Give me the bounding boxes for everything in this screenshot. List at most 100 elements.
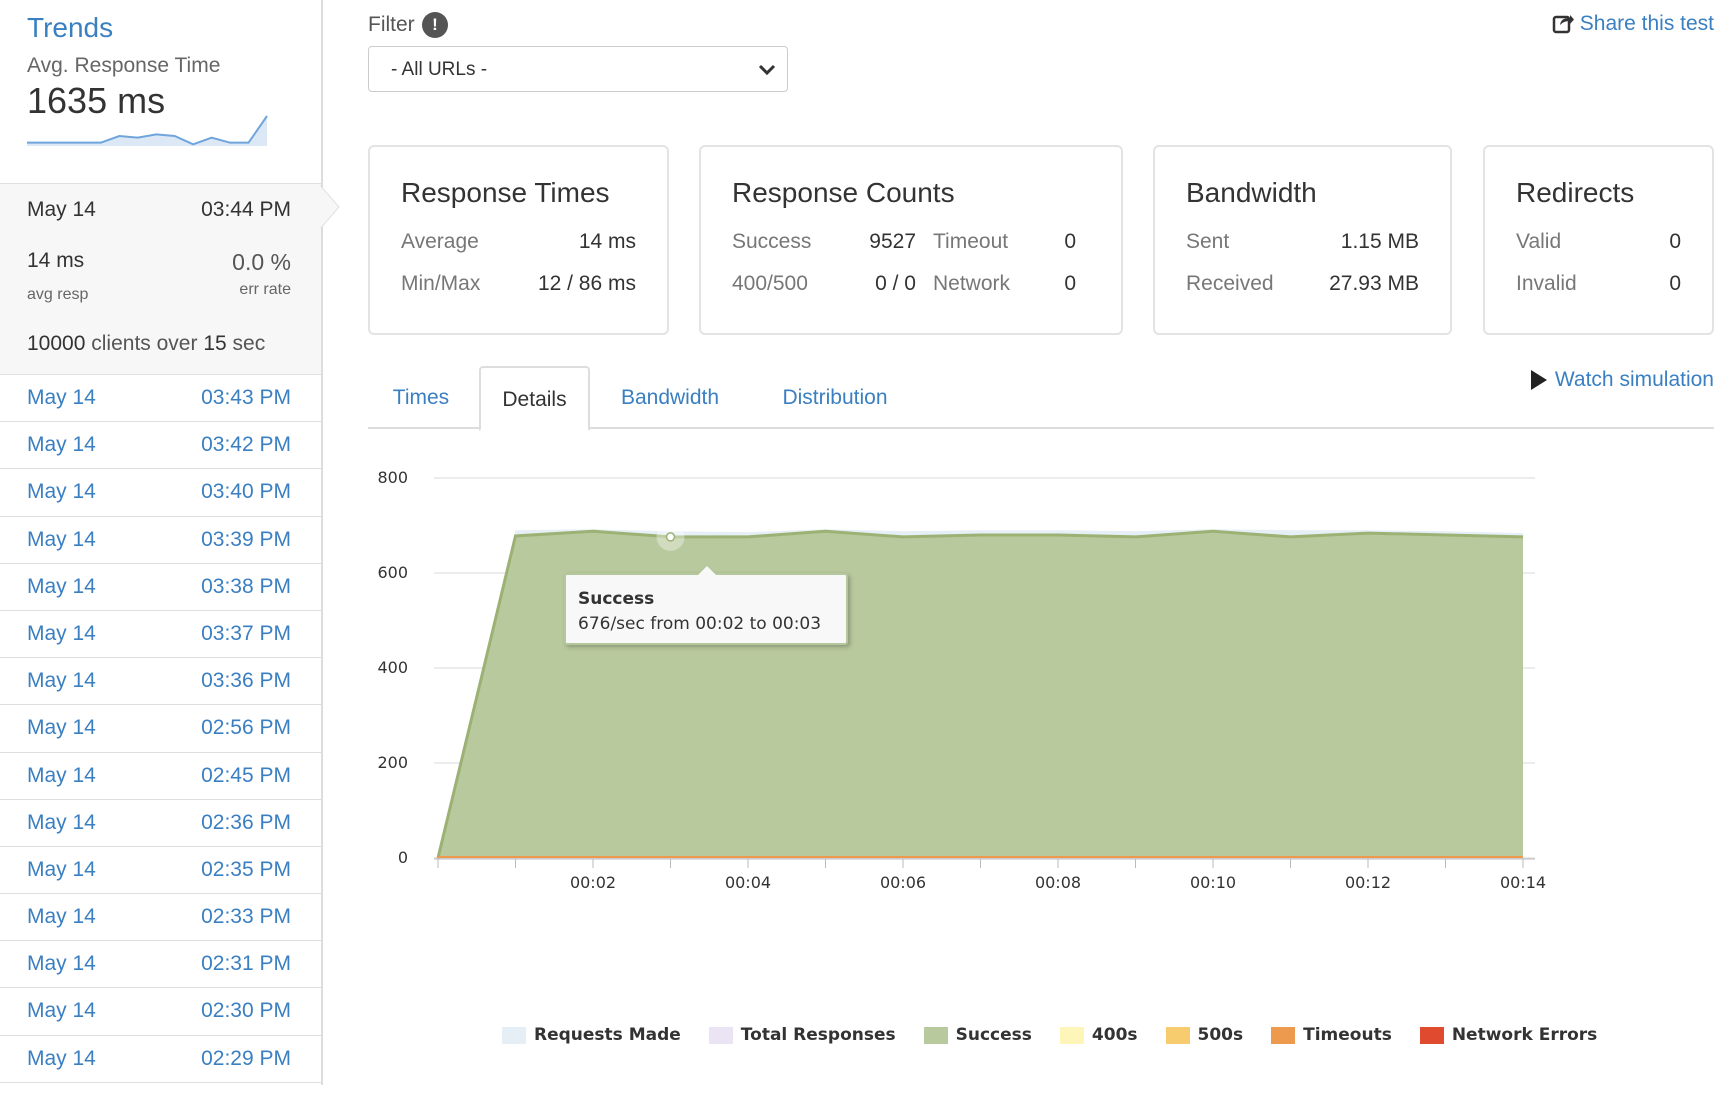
- legend-swatch: [1271, 1026, 1296, 1044]
- tab-distribution[interactable]: Distribution: [750, 366, 920, 429]
- redirects-title: Redirects: [1516, 177, 1635, 208]
- legend-label: Success: [955, 1025, 1032, 1045]
- legend-swatch: [502, 1026, 526, 1044]
- x-tick-label: 00:08: [1035, 873, 1081, 892]
- history-time: 03:37 PM: [201, 621, 291, 645]
- history-row[interactable]: May 14 03:37 PM: [0, 611, 321, 659]
- x-tick-label: 00:12: [1345, 873, 1391, 892]
- sidebar: Trends Avg. Response Time 1635 ms May 14…: [0, 0, 340, 1085]
- history-row[interactable]: May 14 03:42 PM: [0, 422, 321, 470]
- legend-label: 500s: [1197, 1025, 1244, 1045]
- invalid-value: 0: [1669, 272, 1681, 295]
- tab-times[interactable]: Times: [368, 366, 474, 429]
- response-counts-title: Response Counts: [732, 177, 955, 208]
- history-time: 02:31 PM: [201, 952, 291, 976]
- tab-bandwidth[interactable]: Bandwidth: [590, 366, 750, 429]
- history-row[interactable]: May 14 03:36 PM: [0, 658, 321, 706]
- legend-swatch: [923, 1026, 948, 1044]
- history-row[interactable]: May 14 02:31 PM: [0, 941, 321, 989]
- history-row[interactable]: May 14 03:38 PM: [0, 564, 321, 611]
- response-times-card: Response Times Average 14 ms Min/Max 12 …: [368, 145, 669, 335]
- tooltip-arrow-inner: [698, 566, 716, 575]
- average-value: 14 ms: [578, 230, 636, 253]
- current-avg-resp-label: avg resp: [27, 286, 89, 303]
- history-date: May 14: [27, 810, 96, 834]
- watch-simulation-link[interactable]: Watch simulation: [1530, 368, 1714, 392]
- sent-label: Sent: [1186, 230, 1230, 253]
- history-row[interactable]: May 14 02:35 PM: [0, 847, 321, 895]
- legend-label: Timeouts: [1303, 1025, 1392, 1045]
- filter-label: Filter: [368, 13, 415, 36]
- watch-simulation-label: Watch simulation: [1554, 368, 1714, 391]
- x-tick-label: 00:14: [1500, 873, 1546, 892]
- history-time: 03:43 PM: [201, 386, 291, 409]
- history-time: 02:29 PM: [201, 1046, 291, 1070]
- tooltip-body: 676/sec from 00:02 to 00:03: [578, 614, 822, 634]
- current-selection-arrow-icon: [319, 184, 340, 230]
- history-date: May 14: [27, 669, 96, 693]
- error-400-500-label: 400/500: [732, 272, 808, 295]
- error-400-500-value: 0 / 0: [875, 272, 916, 295]
- history-row[interactable]: May 14 02:30 PM: [0, 988, 321, 1036]
- history-row[interactable]: May 14 02:56 PM: [0, 705, 321, 753]
- legend-item[interactable]: Total Responses: [708, 1025, 896, 1045]
- current-test-date: May 14: [27, 198, 96, 221]
- history-date: May 14: [27, 527, 96, 551]
- history-row[interactable]: May 14 02:45 PM: [0, 753, 321, 800]
- tab-details[interactable]: Details: [479, 366, 590, 431]
- url-filter-selected-value: - All URLs -: [391, 59, 488, 80]
- share-test-link[interactable]: Share this test: [1552, 12, 1714, 36]
- history-row[interactable]: May 14 02:36 PM: [0, 800, 321, 847]
- url-filter-select[interactable]: - All URLs -: [368, 46, 788, 92]
- redirects-card: Redirects Valid 0 Invalid 0: [1483, 145, 1714, 335]
- history-date: May 14: [27, 433, 96, 457]
- legend-label: Total Responses: [740, 1025, 896, 1045]
- current-err-rate-value: 0.0 %: [232, 249, 291, 275]
- timeout-label: Timeout: [933, 230, 1009, 253]
- legend-item[interactable]: Timeouts: [1271, 1025, 1392, 1045]
- history-date: May 14: [27, 999, 96, 1023]
- chart-tooltip: Success 676/sec from 00:02 to 00:03: [564, 573, 848, 645]
- legend-item[interactable]: 500s: [1165, 1025, 1244, 1045]
- history-time: 02:45 PM: [201, 763, 291, 787]
- legend-label: 400s: [1091, 1025, 1138, 1045]
- history-time: 02:35 PM: [201, 857, 291, 881]
- history-row[interactable]: May 14 03:40 PM: [0, 469, 321, 517]
- legend-swatch: [1059, 1026, 1084, 1044]
- history-time: 02:36 PM: [201, 810, 291, 834]
- legend-item[interactable]: Success: [923, 1025, 1032, 1045]
- history-row[interactable]: May 14 03:39 PM: [0, 517, 321, 564]
- history-date: May 14: [27, 857, 96, 881]
- chart-tabs: Times Details Bandwidth Distribution: [368, 366, 1714, 431]
- legend-swatch: [1419, 1026, 1444, 1044]
- legend-label: Network Errors: [1451, 1025, 1598, 1045]
- play-icon: [1530, 370, 1547, 390]
- clients-count: 10000: [27, 332, 86, 355]
- history-time: 03:40 PM: [201, 480, 291, 504]
- history-time: 03:39 PM: [201, 527, 291, 551]
- legend-item[interactable]: 400s: [1059, 1025, 1138, 1045]
- legend-item[interactable]: Network Errors: [1419, 1025, 1598, 1045]
- history-row[interactable]: May 14 02:33 PM: [0, 894, 321, 942]
- response-times-title: Response Times: [401, 177, 610, 208]
- minmax-value: 12 / 86 ms: [537, 272, 636, 295]
- share-test-label: Share this test: [1579, 12, 1714, 35]
- chevron-down-icon: [758, 64, 776, 76]
- x-tick-label: 00:02: [570, 873, 616, 892]
- legend-item[interactable]: Requests Made: [502, 1025, 681, 1045]
- history-date: May 14: [27, 621, 96, 645]
- history-date: May 14: [27, 1046, 96, 1070]
- current-test-summary: May 14 03:44 PM 14 ms avg resp 0.0 % err…: [0, 183, 321, 375]
- filter-info-icon[interactable]: !: [422, 12, 448, 38]
- history-row[interactable]: May 14 03:43 PM: [0, 375, 321, 423]
- x-tick-label: 00:06: [880, 873, 926, 892]
- response-time-sparkline: [27, 115, 268, 146]
- x-tick-label: 00:10: [1190, 873, 1236, 892]
- bandwidth-title: Bandwidth: [1186, 177, 1317, 208]
- clients-over-text: clients over: [91, 332, 198, 355]
- history-date: May 14: [27, 763, 96, 787]
- duration-unit: sec: [232, 332, 266, 355]
- current-test-time: 03:44 PM: [201, 198, 291, 221]
- history-row[interactable]: May 14 02:29 PM: [0, 1036, 321, 1083]
- history-time: 02:30 PM: [201, 999, 291, 1023]
